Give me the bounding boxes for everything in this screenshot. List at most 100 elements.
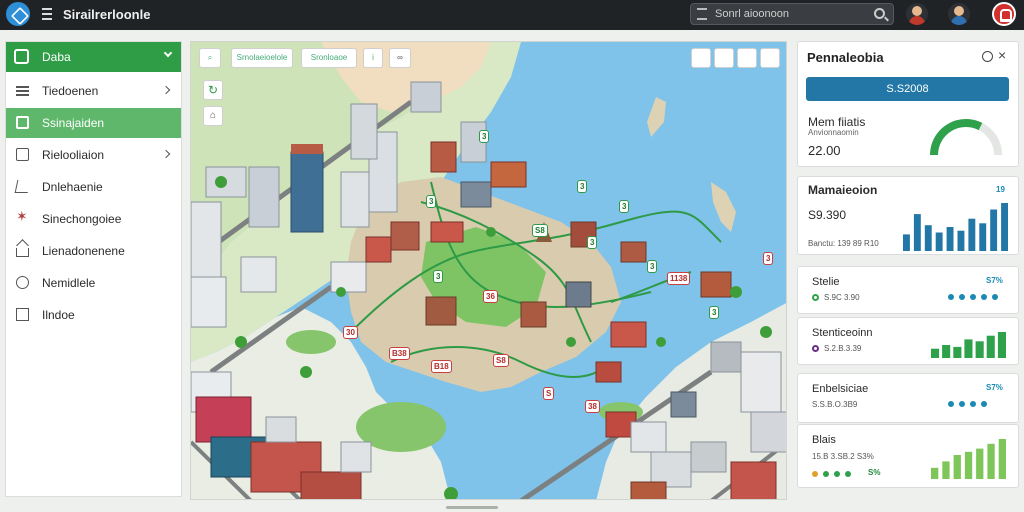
indicator-dot <box>981 294 987 300</box>
indicator-dot <box>992 294 998 300</box>
circle-icon <box>16 276 29 289</box>
bar <box>990 209 998 251</box>
sidebar-item[interactable]: ✶ Sinechongoiee <box>6 204 181 234</box>
bar <box>931 467 939 479</box>
indicator-dot <box>834 471 840 477</box>
mini-bar-chart <box>931 439 1006 479</box>
map-marker[interactable]: 3 <box>709 306 720 319</box>
map-marker[interactable]: 3 <box>577 180 588 193</box>
metric-label: Mem fiiatis <box>808 115 866 129</box>
map-share-icon[interactable]: ∞ <box>389 48 411 68</box>
stat-row[interactable]: Blais 15.B 3.SB.2 S3% S% <box>797 424 1019 488</box>
map-view[interactable]: ⌕ Srnolaeioelole Sronloaoe i ∞ ↻ ⌂ 3 3 3… <box>190 41 787 500</box>
stat-row[interactable]: Stelie S7% S.9C 3.90 <box>797 266 1019 314</box>
metric-value: 22.00 <box>808 143 841 158</box>
sidebar-item[interactable]: Dnlehaenie <box>6 172 181 202</box>
bar <box>924 225 932 251</box>
avatar[interactable] <box>906 3 928 25</box>
map-marker[interactable]: 3 <box>587 236 598 249</box>
map-pin-tool-icon[interactable]: ⌂ <box>203 106 223 126</box>
search-icon[interactable] <box>874 8 885 19</box>
sidebar-header-label: Daba <box>42 50 71 64</box>
indicator-dot <box>959 401 965 407</box>
map-settings-icon[interactable] <box>737 48 757 68</box>
map-marker[interactable]: S8 <box>493 354 509 367</box>
map-marker[interactable]: 3 <box>647 260 658 273</box>
bar <box>976 448 984 479</box>
map-marker[interactable]: 3 <box>619 200 630 213</box>
map-marker[interactable]: 3 <box>426 195 437 208</box>
map-marker[interactable]: S8 <box>532 224 548 237</box>
indicator-dot <box>823 471 829 477</box>
sidebar-item-label: Nemidlele <box>42 276 96 290</box>
menu-icon[interactable] <box>42 8 52 20</box>
map-marker[interactable]: B38 <box>389 347 410 360</box>
sidebar-item-label: Ilndoe <box>42 308 75 322</box>
map-search-icon[interactable]: ⌕ <box>199 48 221 68</box>
dot-indicator <box>812 471 851 477</box>
sidebar-item[interactable]: Ilndoe <box>6 300 181 330</box>
map-close-icon[interactable] <box>760 48 780 68</box>
row-percent: S7% <box>986 276 1003 285</box>
avatar[interactable] <box>948 3 970 25</box>
sidebar-item[interactable]: Tiedoenen <box>6 76 181 106</box>
app-logo-icon[interactable] <box>6 2 30 26</box>
app-title: Sirailrerloonle <box>63 7 151 22</box>
map-marker[interactable]: 3 <box>763 252 774 265</box>
row-subtext: 15.B 3.SB.2 S3% <box>812 452 874 461</box>
sidebar-header[interactable]: Daba <box>6 42 181 72</box>
stat-row[interactable]: Enbelsiciae S7% S.S.B.O.3B9 <box>797 373 1019 423</box>
map-marker[interactable]: 36 <box>483 290 498 303</box>
indicator-dot <box>959 294 965 300</box>
map-marker[interactable]: 38 <box>585 400 600 413</box>
sidebar-item[interactable]: Rielooliaion <box>6 140 181 170</box>
gauge-fill <box>930 119 983 156</box>
sidebar-item-label: Lienadonenene <box>42 244 125 258</box>
map-marker[interactable]: S <box>543 387 555 400</box>
map-layers-icon[interactable] <box>714 48 734 68</box>
sidebar-item[interactable]: Nemidlele <box>6 268 181 298</box>
map-expand-icon[interactable] <box>691 48 711 68</box>
bar <box>903 234 910 251</box>
map-layer-tab[interactable]: i <box>363 48 383 68</box>
map-layer-tab[interactable]: Srnolaeioelole <box>231 48 293 68</box>
card-title: Pennaleobia <box>807 50 884 65</box>
indicator-dot <box>970 401 976 407</box>
row-subtext: S.9C 3.90 <box>812 293 860 302</box>
primary-action-button[interactable]: S.S2008 <box>806 77 1009 101</box>
top-bar: Sirailrerloonle Sonrl aioonoon <box>0 0 1024 30</box>
bar <box>913 214 921 251</box>
sidebar-item[interactable]: Ssinajaiden <box>6 108 181 138</box>
close-icon[interactable]: × <box>998 47 1006 63</box>
bar <box>964 339 973 358</box>
notification-bell-icon[interactable] <box>992 2 1016 26</box>
filter-icon <box>697 8 707 20</box>
indicator-dot <box>845 471 851 477</box>
map-marker[interactable]: 30 <box>343 326 358 339</box>
bar <box>931 348 940 358</box>
map-marker[interactable]: B18 <box>431 360 452 373</box>
document-icon <box>16 148 29 161</box>
map-refresh-icon[interactable]: ↻ <box>203 80 223 100</box>
horizontal-scrollbar[interactable] <box>446 506 498 509</box>
map-marker[interactable]: 1138 <box>667 272 691 285</box>
map-canvas[interactable] <box>191 42 787 500</box>
bar-chart <box>903 203 1008 251</box>
sidebar-item-label: Dnlehaenie <box>42 180 103 194</box>
bar <box>998 439 1006 479</box>
search-input[interactable]: Sonrl aioonoon <box>690 3 894 25</box>
chart-icon <box>16 116 29 129</box>
sidebar-item[interactable]: Lienadonenene <box>6 236 181 266</box>
map-marker[interactable]: 3 <box>433 270 444 283</box>
bar <box>953 455 961 479</box>
trend-card: Mamaieoion 19 S9.390 Banctu: 139 89 R10 <box>797 176 1019 255</box>
bar <box>953 346 962 358</box>
stat-row[interactable]: Stenticeoinn S.2.B.3.39 <box>797 317 1019 365</box>
sidebar-item-label: Sinechongoiee <box>42 212 122 226</box>
map-marker[interactable]: 3 <box>479 130 490 143</box>
map-layer-tab[interactable]: Sronloaoe <box>301 48 357 68</box>
info-icon[interactable] <box>982 51 993 62</box>
sidebar-item-label: Rielooliaion <box>42 148 105 162</box>
row-percent: S7% <box>986 383 1003 392</box>
bar <box>987 443 995 479</box>
